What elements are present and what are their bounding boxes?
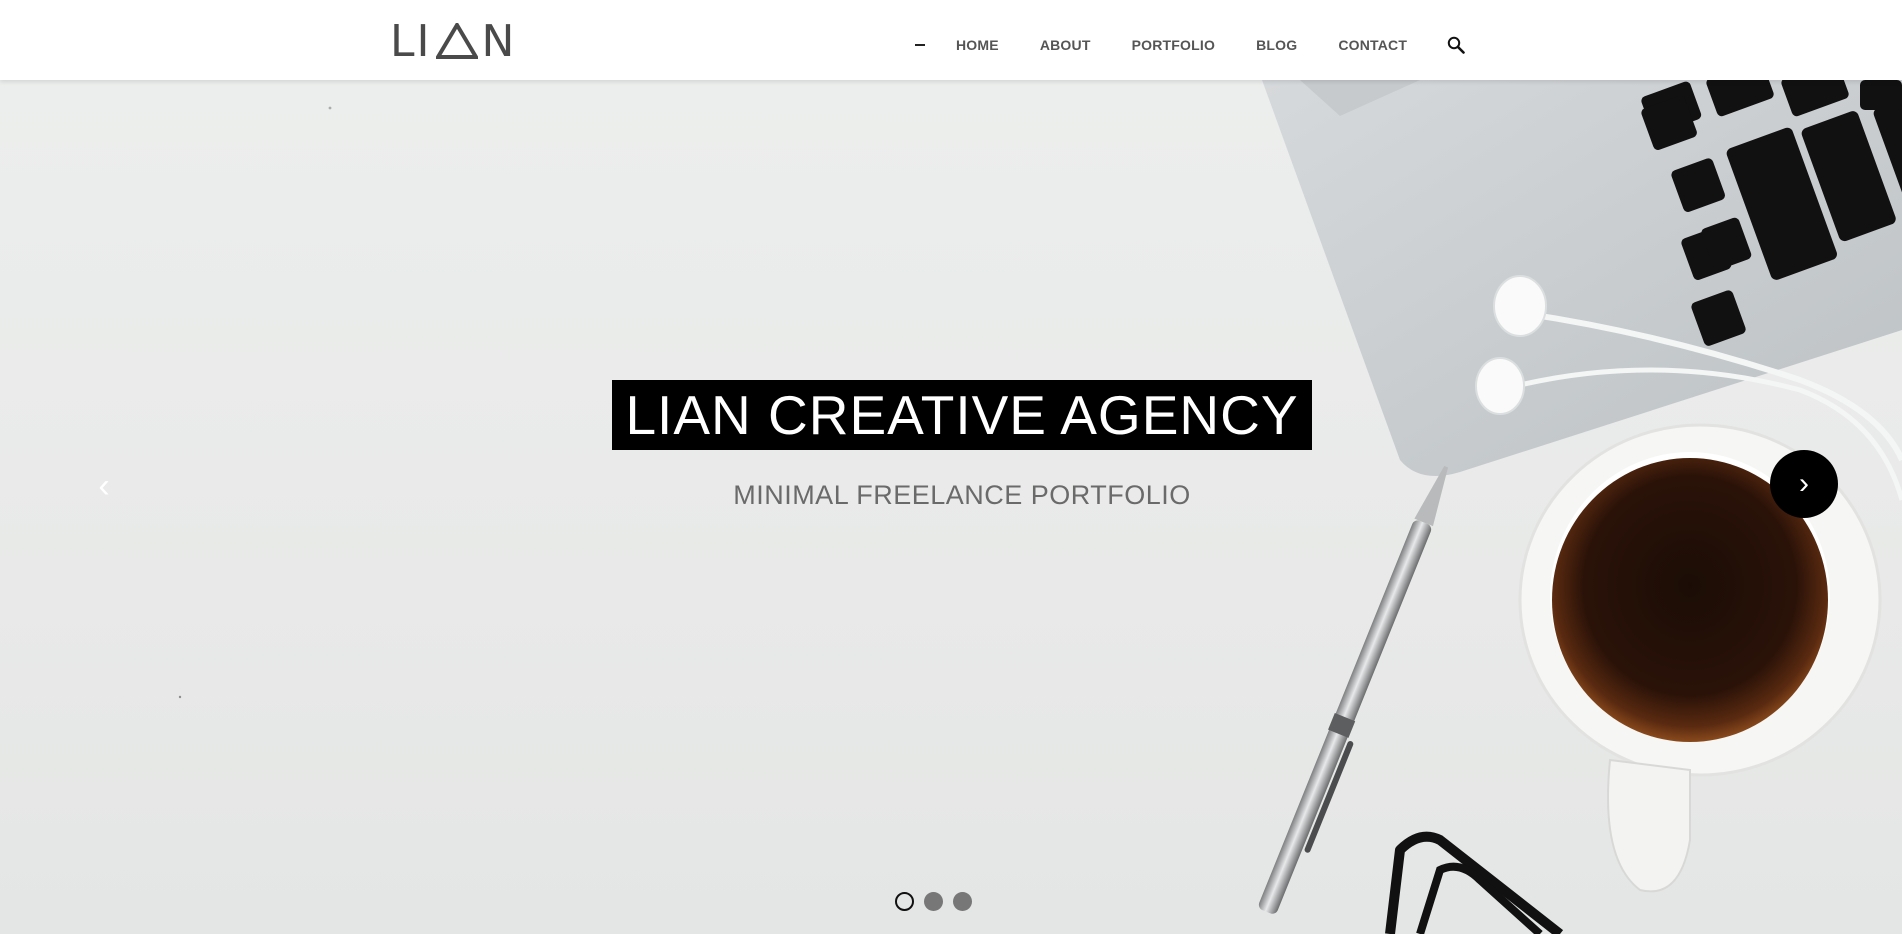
slider-dot-1[interactable]: [895, 892, 914, 911]
nav-item-blog[interactable]: BLOG: [1256, 37, 1297, 53]
chevron-left-icon: ‹: [98, 466, 110, 505]
hero-slider: LIAN CREATIVE AGENCY MINIMAL FREELANCE P…: [0, 80, 1902, 934]
slider-prev-button[interactable]: ‹: [70, 452, 138, 520]
site-logo[interactable]: LI N: [390, 16, 524, 67]
slider-dot-3[interactable]: [953, 892, 972, 911]
hero-subtitle: MINIMAL FREELANCE PORTFOLIO: [733, 480, 1191, 510]
nav-item-contact[interactable]: CONTACT: [1338, 37, 1407, 53]
main-nav: HOME ABOUT PORTFOLIO BLOG CONTACT: [915, 30, 1465, 60]
chevron-right-icon: ›: [1799, 467, 1809, 500]
slider-next-button[interactable]: ›: [1770, 450, 1838, 518]
site-header: LI N HOME ABOUT PORTFOLIO BLOG CONTACT: [0, 0, 1902, 80]
hero-title-box: LIAN CREATIVE AGENCY: [612, 380, 1312, 450]
nav-item-home[interactable]: HOME: [956, 37, 999, 53]
search-icon[interactable]: [1447, 36, 1465, 54]
slider-dot-2[interactable]: [924, 892, 943, 911]
dash-icon[interactable]: [915, 44, 925, 46]
nav-item-about[interactable]: ABOUT: [1040, 37, 1091, 53]
logo-text-right: N: [481, 16, 517, 67]
logo-text-left: LI: [390, 16, 432, 67]
nav-item-portfolio[interactable]: PORTFOLIO: [1132, 37, 1215, 53]
hero-title: LIAN CREATIVE AGENCY: [625, 384, 1299, 446]
slider-pagination: [895, 892, 972, 911]
logo-triangle-icon: [435, 23, 478, 59]
